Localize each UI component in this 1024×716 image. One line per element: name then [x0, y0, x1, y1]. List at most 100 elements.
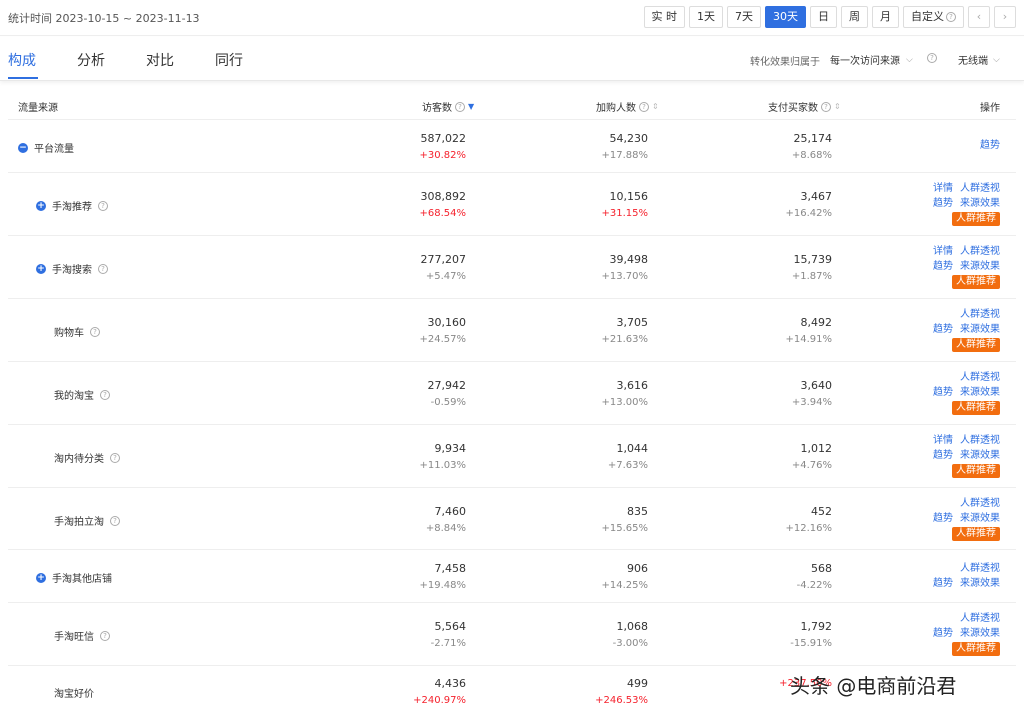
chevron-down-icon: ⌵: [906, 54, 913, 65]
device-select[interactable]: 无线端 ⌵: [958, 52, 1000, 68]
period-week-button[interactable]: 周: [841, 6, 868, 28]
crowd-recommend-button[interactable]: 人群推荐: [952, 338, 1000, 352]
period-month-button[interactable]: 月: [872, 6, 899, 28]
cart-cell: 499 +246.53%: [570, 675, 648, 709]
buyers-value: 452: [811, 505, 832, 518]
crowd-recommend-button[interactable]: 人群推荐: [952, 642, 1000, 656]
effect-link[interactable]: 来源效果: [960, 385, 1000, 400]
effect-link[interactable]: 来源效果: [960, 626, 1000, 641]
effect-link[interactable]: 来源效果: [960, 576, 1000, 591]
tab-bar: 构成 分析 对比 同行 转化效果归属于 每一次访问来源 ⌵ ? 无线端 ⌵: [0, 37, 1024, 81]
effect-link[interactable]: 来源效果: [960, 322, 1000, 337]
device-value: 无线端: [958, 56, 988, 67]
period-custom-button[interactable]: 自定义 ?: [903, 6, 964, 28]
help-icon: ?: [100, 389, 110, 400]
expand-icon[interactable]: +: [36, 572, 46, 583]
detail-link[interactable]: 详情: [933, 433, 953, 448]
crowd-link[interactable]: 人群透视: [960, 433, 1000, 448]
source-cell: + 手淘搜索 ?: [36, 261, 108, 276]
crowd-link[interactable]: 人群透视: [960, 307, 1000, 322]
period-1day-button[interactable]: 1天: [689, 6, 723, 28]
buyers-change: +14.91%: [785, 334, 832, 345]
col-cart[interactable]: 加购人数 ? ⇕: [596, 99, 659, 114]
buyers-cell: 1,792 -15.91%: [754, 618, 832, 652]
effect-link[interactable]: 来源效果: [960, 511, 1000, 526]
tab-composition[interactable]: 构成: [8, 50, 36, 70]
help-icon[interactable]: ?: [927, 53, 937, 63]
tab-compare[interactable]: 对比: [146, 50, 174, 70]
cart-change: +246.53%: [595, 695, 648, 706]
crowd-recommend-button[interactable]: 人群推荐: [952, 212, 1000, 226]
cart-cell: 1,044 +7.63%: [570, 440, 648, 474]
buyers-cell: 452 +12.16%: [754, 503, 832, 537]
crowd-link[interactable]: 人群透视: [960, 370, 1000, 385]
crowd-link[interactable]: 人群透视: [960, 244, 1000, 259]
ops-cell: 人群透视 趋势 来源效果 人群推荐: [920, 370, 1000, 415]
trend-link[interactable]: 趋势: [933, 196, 953, 211]
source-cell: − 平台流量: [18, 140, 74, 155]
crowd-link[interactable]: 人群透视: [960, 561, 1000, 576]
trend-link[interactable]: 趋势: [933, 385, 953, 400]
collapse-icon[interactable]: −: [18, 142, 28, 153]
period-realtime-button[interactable]: 实 时: [643, 6, 685, 28]
visitors-change: -2.71%: [430, 638, 466, 649]
trend-link[interactable]: 趋势: [933, 626, 953, 641]
trend-link[interactable]: 趋势: [933, 259, 953, 274]
crowd-link[interactable]: 人群透视: [960, 611, 1000, 626]
period-7day-button[interactable]: 7天: [727, 6, 761, 28]
effect-link[interactable]: 来源效果: [960, 448, 1000, 463]
visitors-value: 5,564: [434, 620, 467, 633]
trend-link[interactable]: 趋势: [933, 322, 953, 337]
sort-icon[interactable]: ⇕: [652, 102, 659, 111]
effect-link[interactable]: 来源效果: [960, 196, 1000, 211]
cart-cell: 54,230 +17.88%: [570, 130, 648, 164]
source-name: 我的淘宝: [54, 391, 94, 402]
period-custom-label: 自定义: [911, 10, 944, 23]
tab-analysis[interactable]: 分析: [77, 50, 105, 70]
buyers-value: 568: [811, 562, 832, 575]
cart-value: 54,230: [609, 132, 649, 145]
active-tab-indicator: [8, 77, 38, 79]
col-visitors[interactable]: 访客数 ? ▼: [422, 99, 474, 114]
prev-period-button[interactable]: ‹: [968, 6, 990, 28]
cart-value: 3,616: [616, 379, 649, 392]
crowd-recommend-button[interactable]: 人群推荐: [952, 464, 1000, 478]
source-cell: 淘宝好价: [54, 685, 94, 700]
trend-link[interactable]: 趋势: [933, 576, 953, 591]
attribution-select[interactable]: 每一次访问来源 ⌵: [830, 52, 913, 68]
tab-peers[interactable]: 同行: [215, 50, 243, 70]
col-buyers[interactable]: 支付买家数 ? ⇕: [768, 99, 841, 114]
visitors-change: +30.82%: [419, 150, 466, 161]
crowd-recommend-button[interactable]: 人群推荐: [952, 401, 1000, 415]
cart-value: 835: [627, 505, 648, 518]
detail-link[interactable]: 详情: [933, 244, 953, 259]
trend-link[interactable]: 趋势: [933, 511, 953, 526]
trend-link[interactable]: 趋势: [980, 138, 1000, 153]
period-day-button[interactable]: 日: [810, 6, 837, 28]
crowd-recommend-button[interactable]: 人群推荐: [952, 275, 1000, 289]
source-name: 平台流量: [34, 144, 74, 155]
buyers-value: 1,792: [800, 620, 833, 633]
sort-icon[interactable]: ⇕: [834, 102, 841, 111]
expand-icon[interactable]: +: [36, 263, 46, 274]
sort-desc-icon[interactable]: ▼: [468, 102, 474, 111]
help-icon: ?: [98, 200, 108, 211]
ops-cell: 人群透视 趋势 来源效果 人群推荐: [920, 307, 1000, 352]
crowd-link[interactable]: 人群透视: [960, 496, 1000, 511]
cart-change: +13.00%: [601, 397, 648, 408]
crowd-link[interactable]: 人群透视: [960, 181, 1000, 196]
period-30day-button[interactable]: 30天: [765, 6, 806, 28]
detail-link[interactable]: 详情: [933, 181, 953, 196]
effect-link[interactable]: 来源效果: [960, 259, 1000, 274]
expand-icon[interactable]: +: [36, 200, 46, 211]
visitors-change: +24.57%: [419, 334, 466, 345]
buyers-value: 8,492: [800, 316, 833, 329]
next-period-button[interactable]: ›: [994, 6, 1016, 28]
buyers-cell: 25,174 +8.68%: [754, 130, 832, 164]
table-row: + 手淘其他店铺 7,458 +19.48% 906 +14.25% 568 -4.2…: [8, 550, 1016, 603]
trend-link[interactable]: 趋势: [933, 448, 953, 463]
visitors-change: -0.59%: [430, 397, 466, 408]
crowd-recommend-button[interactable]: 人群推荐: [952, 527, 1000, 541]
chevron-left-icon: ‹: [976, 10, 982, 23]
buyers-cell: 1,012 +4.76%: [754, 440, 832, 474]
